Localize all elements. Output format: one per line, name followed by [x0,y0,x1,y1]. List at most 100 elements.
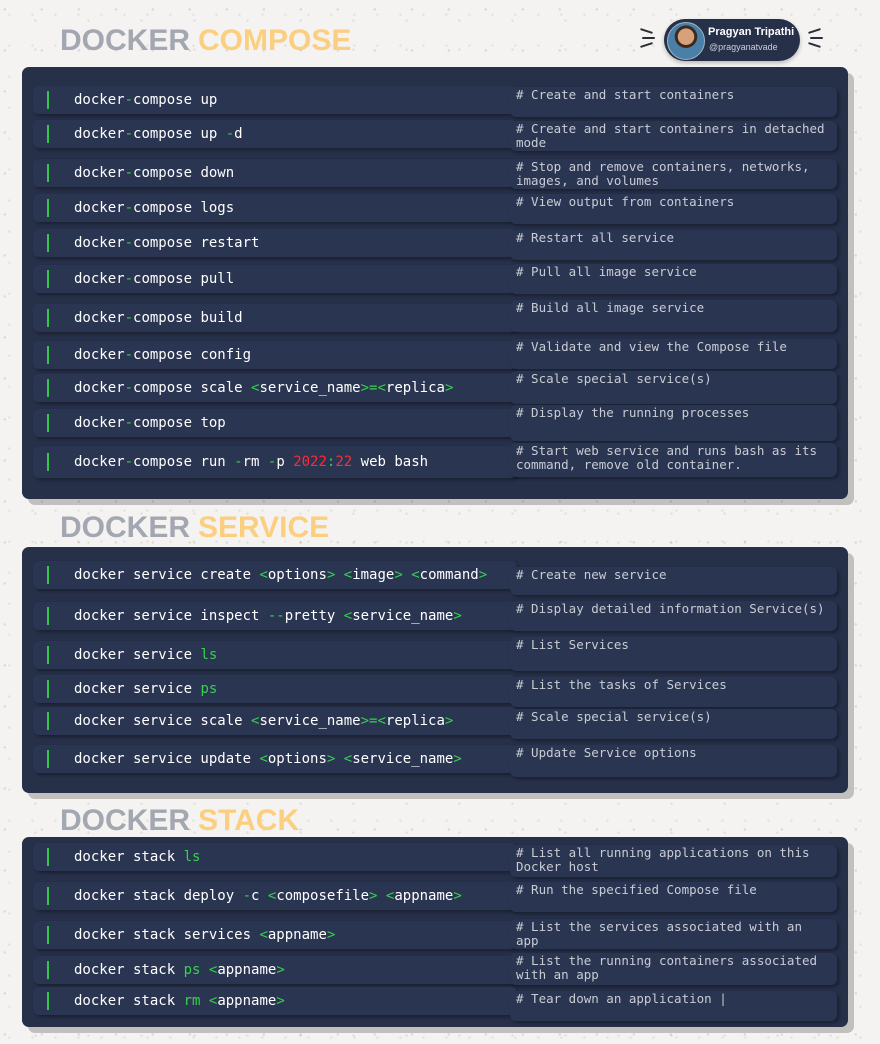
command-comment: # Display the running processes [510,405,837,441]
command-text: docker-compose config [74,347,251,364]
command-token: docker service create [74,567,260,583]
command-comment: # Restart all service [510,230,837,260]
command-text: docker stack ps <appname> [74,962,285,979]
prompt-bar-icon [47,453,49,471]
command-token: compose run [133,454,235,470]
command-token: 22 [335,454,353,470]
command-token: d [234,126,243,142]
title-word-compose: COMPOSE [198,24,352,57]
command-line[interactable]: docker stack ps <appname> [33,956,517,984]
command-token: pretty [284,608,344,624]
command-line[interactable]: docker-compose build [33,304,517,332]
command-line[interactable]: docker stack rm <appname> [33,987,517,1015]
command-text: docker service create <options> <image> … [74,567,487,584]
comment-text: # Tear down an application | [516,991,727,1006]
comment-text: # Run the specified Compose file [516,882,757,897]
author-handle: @pragyanatvade [709,42,778,52]
command-token: docker [74,235,125,251]
command-line[interactable]: docker service inspect --pretty <service… [33,602,517,630]
command-line[interactable]: docker-compose config [33,341,517,369]
command-line[interactable]: docker service scale <service_name>=<rep… [33,707,517,735]
command-line[interactable]: docker-compose up [33,86,517,114]
command-text: docker stack ls [74,849,200,866]
author-name: Pragyan Tripathi [708,26,795,38]
command-text: docker-compose down [74,165,234,182]
command-token: docker service [74,647,201,663]
command-token: > [276,962,285,978]
command-line[interactable]: docker service update <options> <service… [33,745,517,773]
command-comment: # Run the specified Compose file [510,882,837,912]
command-token: docker [74,415,125,431]
command-comment: # View output from containers [510,194,837,224]
command-comment: # Scale special service(s) [510,709,837,739]
command-token: rm [183,993,201,1009]
command-token: composefile [276,888,370,904]
command-text: docker-compose logs [74,200,234,217]
command-text: docker-compose top [74,415,226,432]
comment-text: # Validate and view the Compose file [516,339,787,354]
comment-text: # List the tasks of Services [516,677,727,692]
command-line[interactable]: docker service ls [33,641,517,669]
command-token [200,993,208,1009]
command-token: service_name [352,751,454,767]
command-line[interactable]: docker-compose down [33,159,517,187]
command-line[interactable]: docker stack ls [33,843,517,871]
command-line[interactable]: docker-compose restart [33,229,517,257]
command-text: docker service update <options> <service… [74,751,462,768]
command-comment: # List the services associated with an a… [510,919,837,949]
command-line[interactable]: docker stack services <appname> [33,921,517,949]
command-text: docker service ps [74,681,217,698]
command-line[interactable]: docker-compose up -d [33,120,517,148]
compose-panel: docker-compose up # Create and start cont… [22,67,848,499]
command-line[interactable]: docker service ps [33,675,517,703]
command-token: - [124,165,134,181]
command-token: docker service update [74,751,260,767]
prompt-bar-icon [47,346,49,364]
command-line[interactable]: docker-compose pull [33,265,517,293]
prompt-bar-icon [47,164,49,182]
command-text: docker service inspect --pretty <service… [74,608,462,625]
comment-text: # List all running applications on this … [516,845,818,874]
command-token: - [124,454,134,470]
command-token: docker [74,454,125,470]
prompt-bar-icon [47,607,49,625]
comment-text: # List the running containers associated… [516,953,825,982]
author-badge[interactable]: Pragyan Tripathi @pragyanatvade [664,19,800,61]
command-line[interactable]: docker-compose run -rm -p 2022:22 web ba… [33,446,517,478]
command-text: docker-compose scale <service_name>=<rep… [74,380,453,397]
command-token: < [259,567,268,583]
command-comment: # List all running applications on this … [510,845,837,877]
prompt-bar-icon [47,750,49,768]
prompt-bar-icon [47,199,49,217]
command-line[interactable]: docker-compose scale <service_name>=<rep… [33,374,517,402]
command-token: < [411,567,420,583]
prompt-bar-icon [47,234,49,252]
comment-text: # Update Service options [516,745,697,760]
prompt-bar-icon [47,414,49,432]
command-token: - [124,92,134,108]
command-comment: # Create and start containers [510,87,837,117]
command-token: > [453,608,462,624]
command-token: docker stack services [74,927,260,943]
command-token: docker [74,126,125,142]
stack-panel: docker stack ls # List all running applic… [22,837,848,1027]
command-token [377,888,385,904]
command-text: docker service ls [74,647,217,664]
command-token: rm [242,454,268,470]
prompt-bar-icon [47,848,49,866]
command-token: image [352,567,395,583]
comment-text: # Stop and remove containers, networks, … [516,159,818,188]
comment-text: # Create and start containers in detache… [516,121,833,150]
command-line[interactable]: docker service create <options> <image> … [33,561,517,589]
command-line[interactable]: docker-compose logs [33,194,517,222]
command-token: docker [74,347,125,363]
command-token: > [444,713,454,729]
command-token: - [124,310,134,326]
command-comment: # List Services [510,637,837,671]
command-line[interactable]: docker stack deploy -c <composefile> <ap… [33,882,517,910]
command-line[interactable]: docker-compose top [33,409,517,437]
command-token: >=< [360,713,386,729]
command-token: docker stack deploy [74,888,243,904]
command-comment: # Validate and view the Compose file [510,339,837,369]
prompt-bar-icon [47,379,49,397]
